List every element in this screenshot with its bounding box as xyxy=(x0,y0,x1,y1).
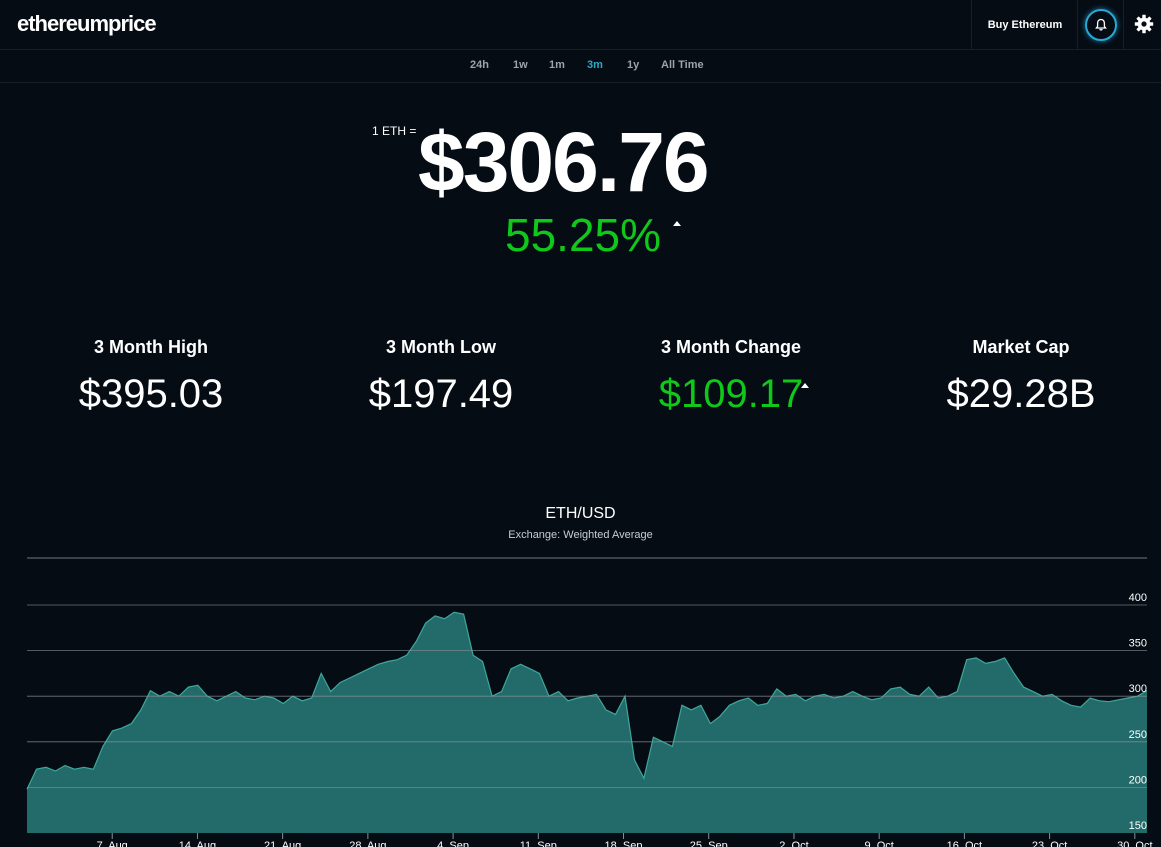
range-tab-1w[interactable]: 1w xyxy=(513,59,528,71)
y-tick-label: 250 xyxy=(1129,729,1147,741)
eth-unit-label: 1 ETH = xyxy=(372,124,417,138)
x-tick-label: 30. Oct xyxy=(1117,840,1152,847)
stat-value: $395.03 xyxy=(78,372,224,416)
chart-subtitle: Exchange: Weighted Average xyxy=(508,529,653,541)
range-tab-3m[interactable]: 3m xyxy=(587,59,603,71)
stat-value: $29.28B xyxy=(946,372,1096,416)
settings-button[interactable] xyxy=(1130,10,1158,38)
eth-usd-price-chart[interactable]: 150 200 250 300 350 400 7. Aug 14. Aug 21. Aug 28… xyxy=(0,550,1161,847)
x-tick-label: 21. Aug xyxy=(264,840,301,847)
x-tick-label: 14. Aug xyxy=(179,840,216,847)
stat-3-month-change: 3 Month Change $109.17 xyxy=(586,337,876,414)
price-area xyxy=(27,612,1147,833)
alerts-button[interactable] xyxy=(1077,0,1124,49)
stat-value: $109.17 xyxy=(658,372,804,416)
y-tick-label: 350 xyxy=(1129,638,1147,650)
stat-market-cap: Market Cap $29.28B xyxy=(876,337,1161,414)
stat-label: 3 Month Low xyxy=(386,337,496,357)
x-tick-label: 9. Oct xyxy=(865,840,894,847)
price-change-value: 55.25% xyxy=(505,209,662,261)
stat-3-month-low: 3 Month Low $197.49 xyxy=(296,337,586,414)
stat-3-month-high: 3 Month High $395.03 xyxy=(6,337,296,414)
x-tick-label: 11. Sep xyxy=(520,840,557,847)
top-navigation-bar: ethereumprice Buy Ethereum xyxy=(0,0,1161,50)
y-tick-label: 150 xyxy=(1129,820,1147,832)
stat-label: Market Cap xyxy=(972,337,1070,357)
x-tick-label: 2. Oct xyxy=(779,840,808,847)
x-tick-label: 23. Oct xyxy=(1032,840,1067,847)
stat-change-up-arrow-icon xyxy=(801,383,809,388)
gear-icon xyxy=(1134,14,1154,34)
stat-label: 3 Month High xyxy=(94,337,208,357)
price-change-percent: 55.25% xyxy=(505,212,661,258)
time-range-selector: 24h 1w 1m 3m 1y All Time xyxy=(0,50,1161,83)
site-logo[interactable]: ethereumprice xyxy=(17,11,157,37)
range-tab-1m[interactable]: 1m xyxy=(549,59,565,71)
current-price: $306.76 xyxy=(418,115,710,209)
range-tab-all-time[interactable]: All Time xyxy=(661,59,704,71)
x-tick-label: 25. Sep xyxy=(690,840,728,847)
stat-label: 3 Month Change xyxy=(661,337,801,357)
bell-icon xyxy=(1084,8,1117,41)
x-tick-label: 16. Oct xyxy=(947,840,982,847)
y-tick-label: 300 xyxy=(1129,683,1147,695)
range-tab-24h[interactable]: 24h xyxy=(470,59,489,71)
buy-ethereum-button[interactable]: Buy Ethereum xyxy=(971,0,1078,49)
x-tick-label: 7. Aug xyxy=(97,840,128,847)
chart-title: ETH/USD xyxy=(545,505,616,522)
stat-value: $197.49 xyxy=(368,372,514,416)
change-up-arrow-icon xyxy=(673,221,681,226)
x-tick-label: 28. Aug xyxy=(349,840,386,847)
x-tick-label: 4. Sep xyxy=(437,840,469,847)
x-tick-label: 18. Sep xyxy=(605,840,643,847)
y-tick-label: 400 xyxy=(1129,592,1147,604)
y-tick-label: 200 xyxy=(1129,774,1147,786)
range-tab-1y[interactable]: 1y xyxy=(627,59,639,71)
